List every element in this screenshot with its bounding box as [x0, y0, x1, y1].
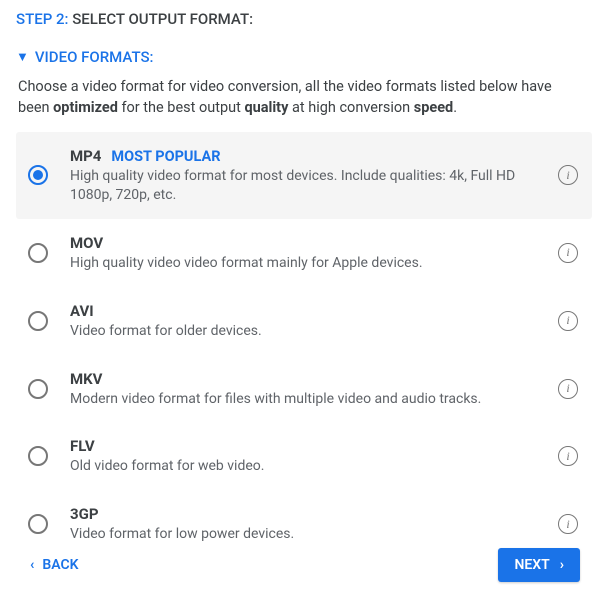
back-label: BACK	[42, 557, 78, 573]
format-body: FLV Old video format for web video.	[70, 436, 536, 476]
chevron-right-icon: ›	[560, 557, 564, 573]
format-body: MP4 MOST POPULAR High quality video format…	[70, 146, 536, 205]
format-desc: High quality video video format mainly f…	[70, 254, 536, 273]
format-body: MKV Modern video format for files with mu…	[70, 369, 536, 409]
format-name: MKV	[70, 370, 102, 388]
scroll-area[interactable]: ▼ VIDEO FORMATS: Choose a video format f…	[0, 32, 600, 542]
next-label: NEXT	[514, 557, 549, 573]
format-badge: MOST POPULAR	[111, 148, 220, 165]
format-desc: Video format for low power devices.	[70, 525, 536, 542]
section-description: Choose a video format for video conversi…	[18, 76, 584, 118]
format-body: AVI Video format for older devices.	[70, 301, 536, 341]
format-radio[interactable]	[28, 514, 48, 534]
format-desc: Old video format for web video.	[70, 457, 536, 476]
info-icon[interactable]: i	[558, 243, 578, 263]
step-header: STEP 2: SELECT OUTPUT FORMAT:	[0, 0, 600, 32]
format-list: MP4 MOST POPULAR High quality video format…	[16, 132, 592, 542]
section-title: VIDEO FORMATS:	[35, 48, 154, 66]
footer: ‹ BACK NEXT ›	[0, 542, 600, 582]
format-desc: Video format for older devices.	[70, 322, 536, 341]
info-icon[interactable]: i	[558, 311, 578, 331]
format-row-avi[interactable]: AVI Video format for older devices. i	[16, 287, 592, 355]
info-icon[interactable]: i	[558, 514, 578, 534]
video-formats-section-header[interactable]: ▼ VIDEO FORMATS:	[16, 48, 592, 66]
format-name: AVI	[70, 302, 94, 320]
info-icon[interactable]: i	[558, 165, 578, 185]
format-name: FLV	[70, 437, 95, 455]
info-icon[interactable]: i	[558, 379, 578, 399]
format-radio[interactable]	[28, 165, 48, 185]
format-radio[interactable]	[28, 243, 48, 263]
format-radio[interactable]	[28, 446, 48, 466]
format-desc: Modern video format for files with multi…	[70, 390, 536, 409]
format-desc: High quality video format for most devic…	[70, 167, 536, 205]
chevron-left-icon: ‹	[30, 557, 34, 573]
format-row-mov[interactable]: MOV High quality video video format mainl…	[16, 219, 592, 287]
info-icon[interactable]: i	[558, 446, 578, 466]
format-body: 3GP Video format for low power devices.	[70, 504, 536, 542]
back-button[interactable]: ‹ BACK	[30, 557, 79, 573]
format-row-mkv[interactable]: MKV Modern video format for files with mu…	[16, 355, 592, 423]
chevron-down-icon: ▼	[16, 49, 29, 65]
format-body: MOV High quality video video format mainl…	[70, 233, 536, 273]
format-row-mp4[interactable]: MP4 MOST POPULAR High quality video format…	[16, 132, 592, 219]
format-name: MOV	[70, 234, 103, 252]
format-radio[interactable]	[28, 379, 48, 399]
format-name: MP4	[70, 147, 101, 165]
format-row-3gp[interactable]: 3GP Video format for low power devices. i	[16, 490, 592, 542]
format-name: 3GP	[70, 505, 99, 523]
step-title: SELECT OUTPUT FORMAT:	[72, 10, 253, 28]
step-number: STEP 2:	[16, 10, 68, 28]
next-button[interactable]: NEXT ›	[498, 548, 580, 582]
format-row-flv[interactable]: FLV Old video format for web video. i	[16, 422, 592, 490]
format-radio[interactable]	[28, 311, 48, 331]
